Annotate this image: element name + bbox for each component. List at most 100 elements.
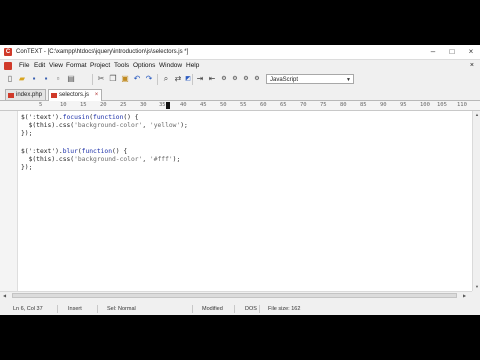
cursor-position: Ln 6, Col 37	[13, 306, 43, 312]
line-gutter	[0, 111, 18, 291]
menu-view[interactable]: View	[49, 60, 63, 72]
copy-icon[interactable]: ❐	[108, 74, 118, 84]
save-all-icon[interactable]: ▪	[41, 74, 51, 84]
close-document-icon[interactable]: ×	[470, 60, 474, 72]
window-title: ConTEXT - [C:\xampp\htdocs\jquery\introd…	[16, 49, 189, 55]
status-divider	[57, 305, 58, 313]
status-bar: Ln 6, Col 37 Insert Sel: Normal Modified…	[0, 303, 480, 315]
menu-tools[interactable]: Tools	[114, 60, 129, 72]
ruler-label: 95	[400, 102, 407, 108]
ruler-label: 100	[420, 102, 430, 108]
status-divider	[192, 305, 193, 313]
menu-edit[interactable]: Edit	[34, 60, 45, 72]
menu-format[interactable]: Format	[66, 60, 87, 72]
document-menu-icon[interactable]	[4, 62, 12, 70]
scroll-left-icon[interactable]: ◀	[3, 293, 6, 298]
menu-bar: File Edit View Format Project Tools Opti…	[0, 60, 480, 72]
ruler-label: 10	[60, 102, 67, 108]
toolbar: ▯ ▰ ▪ ▪ ▫ ▤ ✂ ❐ ▣ ↶ ↷ ⌕ ⇄ ◩ ⇥ ⇤ ⚙ ⚙ ⚙ ⚙ …	[0, 72, 480, 88]
code-line-7: });	[21, 164, 33, 171]
ruler-label: 40	[180, 102, 187, 108]
save-icon[interactable]: ▪	[29, 74, 39, 84]
ruler-label: 25	[120, 102, 127, 108]
title-bar: C ConTEXT - [C:\xampp\htdocs\jquery\intr…	[0, 45, 480, 60]
edit-mode: Insert	[68, 306, 82, 312]
execute-2-icon[interactable]: ⚙	[230, 74, 240, 84]
document-tabs: index.php selectors.js ×	[0, 88, 480, 101]
open-folder-icon[interactable]: ▰	[17, 74, 27, 84]
tab-selectors-js[interactable]: selectors.js ×	[48, 89, 103, 101]
context-editor-window: C ConTEXT - [C:\xampp\htdocs\jquery\intr…	[0, 45, 480, 315]
execute-3-icon[interactable]: ⚙	[241, 74, 251, 84]
maximize-button[interactable]: □	[443, 45, 461, 59]
ruler-label: 45	[200, 102, 207, 108]
selection-mode: Sel: Normal	[107, 306, 136, 312]
status-divider	[234, 305, 235, 313]
scroll-right-icon[interactable]: ▶	[463, 293, 466, 298]
ruler-label: 20	[100, 102, 107, 108]
undo-icon[interactable]: ↶	[132, 74, 142, 84]
scroll-up-icon[interactable]: ▲	[474, 112, 480, 117]
scroll-down-icon[interactable]: ▼	[474, 284, 480, 289]
code-line-3: });	[21, 130, 33, 137]
language-select-value: JavaScript	[270, 77, 299, 83]
replace-icon[interactable]: ⇄	[173, 74, 183, 84]
ruler-label: 35	[159, 102, 166, 108]
ruler-label: 85	[360, 102, 367, 108]
toolbar-separator	[157, 74, 158, 85]
menu-help[interactable]: Help	[186, 60, 199, 72]
minimize-button[interactable]: –	[424, 45, 442, 59]
indent-icon[interactable]: ⇥	[195, 74, 205, 84]
close-window-button[interactable]: ×	[462, 45, 480, 59]
file-icon	[8, 93, 14, 98]
file-size: File size: 162	[268, 306, 301, 312]
outdent-icon[interactable]: ⇤	[207, 74, 217, 84]
menu-file[interactable]: File	[19, 60, 29, 72]
vertical-scrollbar[interactable]: ▲ ▼	[472, 111, 480, 291]
ruler-label: 110	[457, 102, 467, 108]
menu-window[interactable]: Window	[159, 60, 182, 72]
menu-options[interactable]: Options	[133, 60, 155, 72]
horizontal-scroll-thumb[interactable]	[12, 293, 457, 298]
new-file-icon[interactable]: ▯	[5, 74, 15, 84]
ruler-label: 105	[437, 102, 447, 108]
toolbar-separator	[92, 74, 93, 85]
ruler-label: 30	[140, 102, 147, 108]
chevron-down-icon: ▼	[346, 77, 351, 83]
redo-icon[interactable]: ↷	[144, 74, 154, 84]
status-divider	[97, 305, 98, 313]
ruler-label: 50	[220, 102, 227, 108]
paste-icon[interactable]: ▣	[120, 74, 130, 84]
context-app-icon: C	[4, 48, 12, 56]
code-line-5: $(':text').blur(function() {	[21, 148, 128, 155]
execute-1-icon[interactable]: ⚙	[219, 74, 229, 84]
ruler-label: 15	[80, 102, 87, 108]
print-icon[interactable]: ▤	[66, 74, 76, 84]
code-editor[interactable]: $(':text').focusin(function() { $(this).…	[0, 111, 472, 291]
execute-4-icon[interactable]: ⚙	[252, 74, 262, 84]
ruler-cursor-marker	[166, 102, 170, 109]
ruler-label: 80	[340, 102, 347, 108]
ruler-label: 70	[300, 102, 307, 108]
ruler-label: 90	[380, 102, 387, 108]
cut-icon[interactable]: ✂	[96, 74, 106, 84]
horizontal-scrollbar[interactable]: ◀ ▶	[0, 291, 472, 299]
tab-label: selectors.js	[59, 92, 90, 98]
find-icon[interactable]: ⌕	[161, 74, 171, 84]
language-select[interactable]: JavaScript ▼	[266, 74, 354, 84]
menu-project[interactable]: Project	[90, 60, 110, 72]
code-line-6: $(this).css('background-color', '#fff');	[21, 156, 181, 163]
code-line-1: $(':text').focusin(function() {	[21, 114, 139, 121]
ruler-label: 60	[260, 102, 267, 108]
tab-label: index.php	[16, 92, 43, 98]
modified-indicator: Modified	[202, 306, 223, 312]
tab-index-php[interactable]: index.php	[5, 89, 47, 100]
ruler-label: 5	[39, 102, 43, 108]
close-file-icon[interactable]: ▫	[53, 74, 63, 84]
status-divider	[259, 305, 260, 313]
code-line-2: $(this).css('background-color', 'yellow'…	[21, 122, 188, 129]
column-ruler: 5 10 15 20 25 30 35 40 45 50 55 60 65 70…	[0, 101, 480, 111]
file-icon	[51, 93, 57, 98]
toolbar-separator	[192, 74, 193, 85]
close-tab-icon[interactable]: ×	[95, 92, 99, 98]
